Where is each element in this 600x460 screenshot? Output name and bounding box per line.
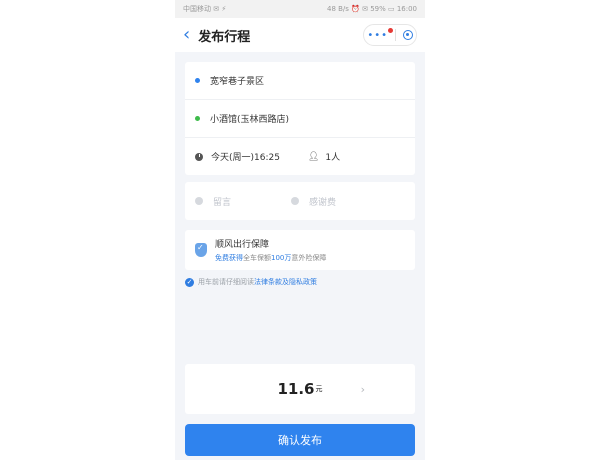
agreement-link[interactable]: 法律条款及隐私政策 <box>254 277 317 287</box>
status-carrier: 中国移动 ✉ ⚡ <box>183 5 227 13</box>
capsule-divider <box>394 29 396 41</box>
time-passenger-row: 今天(周一)16:25 👤︎ 1人 <box>185 138 415 175</box>
price-card[interactable]: 11.6 元 › <box>185 364 415 414</box>
mini-program-capsule: ••• <box>363 24 417 46</box>
agreement-text: 用车前请仔细阅读 <box>198 278 254 286</box>
notification-dot <box>388 27 394 33</box>
status-right: 48 B/s ⏰ ✉ 59% ▭ 16:00 <box>327 5 417 13</box>
start-location-row[interactable]: 宽窄巷子景区 <box>185 62 415 100</box>
price-unit: 元 <box>315 385 323 393</box>
shield-icon <box>195 243 207 257</box>
end-location: 小酒馆(玉林西路店) <box>210 115 290 125</box>
thanks-fee-icon <box>291 197 300 205</box>
guarantee-text: 顺风出行保障 免费获得全车保额100万意外险保障 <box>215 237 326 263</box>
end-dot-icon <box>195 116 200 121</box>
price-value: 11.6 <box>277 380 315 398</box>
guarantee-amount: 100万 <box>271 254 292 262</box>
extras-row: 留言 感谢费 <box>185 182 415 220</box>
chevron-left-icon[interactable]: ‹ <box>183 26 190 44</box>
start-dot-icon <box>195 78 200 83</box>
target-icon[interactable] <box>402 30 413 40</box>
agreement-row: ✓ 用车前请仔细阅读 法律条款及隐私政策 <box>185 277 317 287</box>
status-bar: 中国移动 ✉ ⚡ 48 B/s ⏰ ✉ 59% ▭ 16:00 <box>175 0 425 18</box>
guarantee-row: 顺风出行保障 免费获得全车保额100万意外险保障 <box>185 230 415 270</box>
person-icon: 👤︎ <box>307 151 320 162</box>
guarantee-title: 顺风出行保障 <box>215 240 270 250</box>
end-location-row[interactable]: 小酒馆(玉林西路店) <box>185 100 415 138</box>
thanks-fee-field[interactable]: 感谢费 <box>309 195 336 208</box>
guarantee-suffix: 意外险保障 <box>291 254 327 262</box>
message-field[interactable]: 留言 <box>213 195 231 208</box>
start-location: 宽窄巷子景区 <box>210 77 265 87</box>
passenger-count[interactable]: 1人 <box>325 150 340 163</box>
more-dots-icon[interactable]: ••• <box>367 27 394 41</box>
clock-icon <box>195 152 203 161</box>
route-card: 宽窄巷子景区 小酒馆(玉林西路店) 今天(周一)16:25 👤︎ 1人 <box>185 62 415 175</box>
guarantee-free: 免费获得 <box>215 254 243 262</box>
message-icon <box>195 197 203 205</box>
guarantee-subtitle: 免费获得全车保额100万意外险保障 <box>215 253 326 263</box>
phone-screen: 中国移动 ✉ ⚡ 48 B/s ⏰ ✉ 59% ▭ 16:00 ‹ 发布行程 •… <box>175 0 425 460</box>
departure-time[interactable]: 今天(周一)16:25 <box>211 150 280 163</box>
guarantee-card[interactable]: 顺风出行保障 免费获得全车保额100万意外险保障 <box>185 230 415 270</box>
confirm-publish-button[interactable]: 确认发布 <box>185 424 415 456</box>
checkbox-checked-icon[interactable]: ✓ <box>185 277 194 287</box>
chevron-right-icon: › <box>360 382 365 396</box>
guarantee-mid: 全车保额 <box>243 254 271 262</box>
extras-card: 留言 感谢费 <box>185 182 415 220</box>
page-title: 发布行程 <box>198 29 251 45</box>
header-bar: ‹ 发布行程 ••• <box>175 18 425 52</box>
